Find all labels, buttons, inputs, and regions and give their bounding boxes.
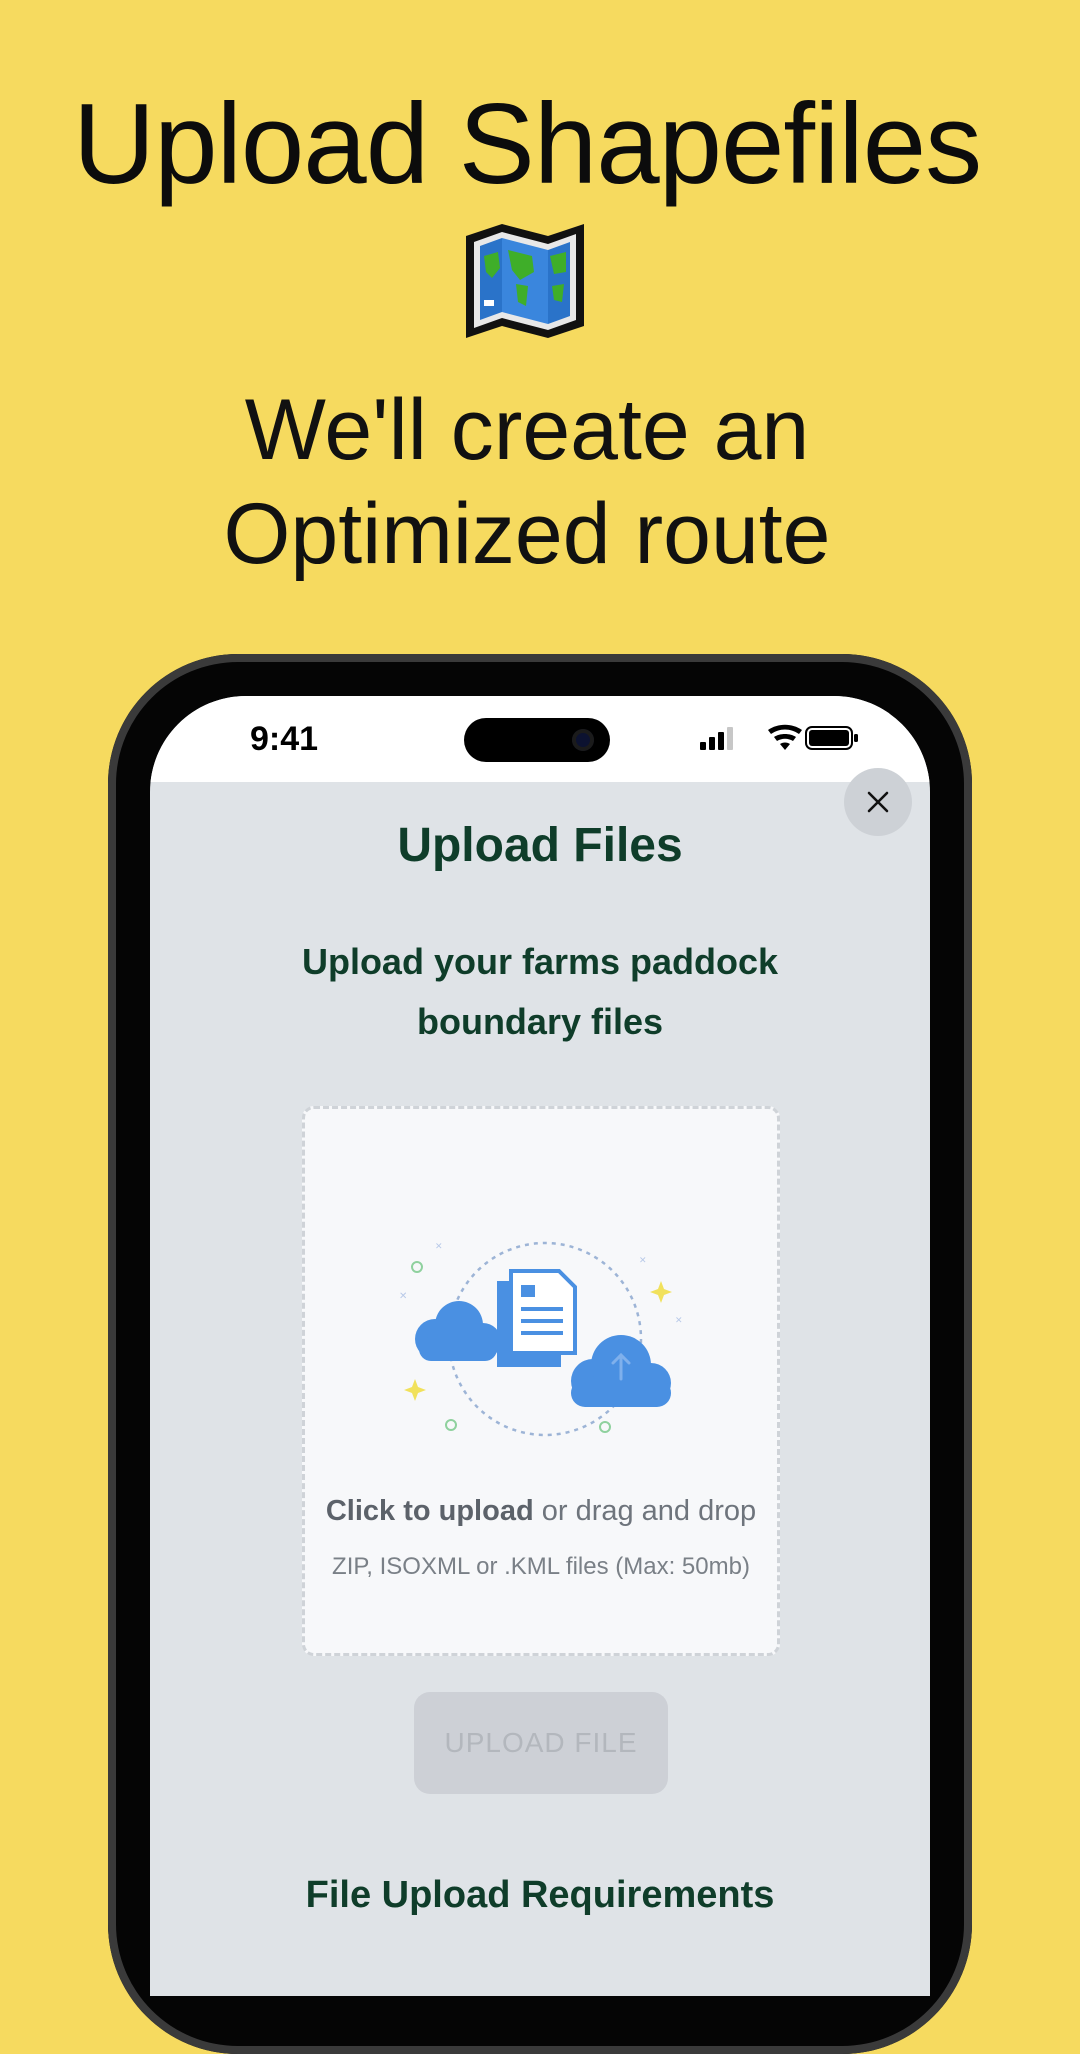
phone-screen: 9:41 Upload Files Upload your farms padd…	[150, 696, 930, 1996]
svg-text:✕: ✕	[639, 1255, 647, 1265]
dropzone-instruction: Click to upload or drag and drop	[305, 1495, 777, 1528]
promo-subline-line-2: Optimized route	[223, 486, 831, 582]
close-icon	[867, 791, 889, 813]
document-icon	[497, 1269, 577, 1367]
dropzone-file-hint: ZIP, ISOXML or .KML files (Max: 50mb)	[332, 1553, 750, 1580]
dynamic-island	[464, 718, 610, 762]
status-bar: 9:41	[150, 696, 930, 782]
signal-icon	[700, 727, 733, 750]
file-dropzone[interactable]: ✕ ✕ ✕ ✕ Click to upload or drag and drop…	[302, 1106, 780, 1656]
status-icons	[700, 724, 858, 750]
promo-headline: Upload Shapefiles	[72, 81, 982, 208]
world-map-icon	[466, 224, 584, 338]
upload-file-button[interactable]: UPLOAD FILE	[414, 1692, 668, 1794]
modal-subtitle: Upload your farms paddock boundary files	[301, 941, 779, 1042]
wifi-icon	[768, 724, 802, 750]
cloud-upload-icon	[571, 1335, 671, 1407]
front-camera-icon	[572, 729, 594, 751]
status-time: 9:41	[250, 720, 319, 758]
upload-illustration: ✕ ✕ ✕ ✕	[399, 1241, 683, 1437]
svg-text:✕: ✕	[675, 1315, 683, 1325]
battery-icon	[805, 726, 858, 750]
promo-subline: We'll create an Optimized route	[0, 378, 1054, 586]
click-to-upload-link[interactable]: Click to upload	[326, 1495, 534, 1527]
svg-text:✕: ✕	[399, 1291, 407, 1302]
svg-text:✕: ✕	[435, 1241, 443, 1251]
modal-title: Upload Files	[397, 819, 683, 872]
drag-drop-text: or drag and drop	[533, 1495, 757, 1527]
requirements-title: File Upload Requirements	[305, 1874, 775, 1916]
promo-subline-line-1: We'll create an	[244, 382, 810, 478]
cloud-left-icon	[415, 1301, 501, 1361]
